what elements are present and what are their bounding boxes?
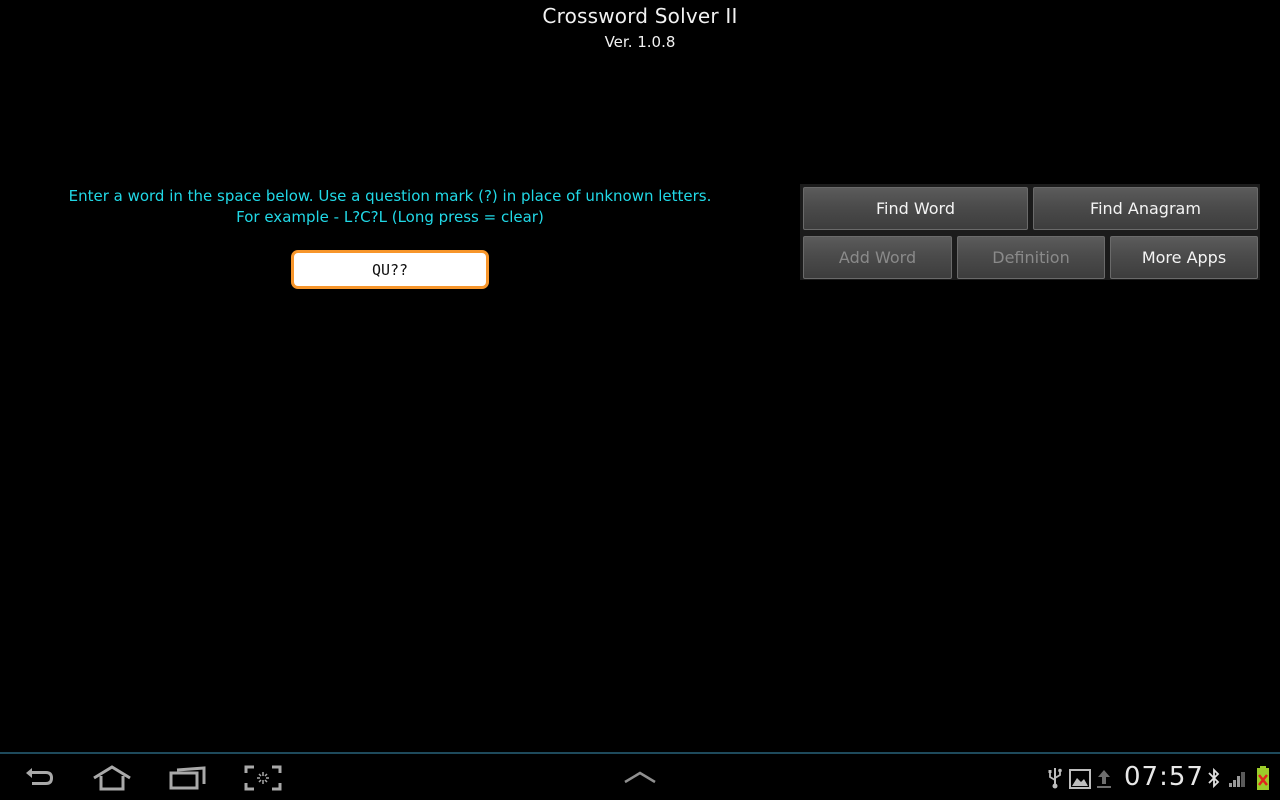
gallery-icon xyxy=(1069,769,1091,793)
add-word-button[interactable]: Add Word xyxy=(803,236,952,279)
battery-icon xyxy=(1256,765,1270,795)
signal-icon xyxy=(1228,768,1248,792)
home-icon[interactable] xyxy=(92,764,132,792)
instructions-line-1: Enter a word in the space below. Use a q… xyxy=(68,187,712,205)
instructions-line-2: For example - L?C?L (Long press = clear) xyxy=(236,208,544,226)
app-version: Ver. 1.0.8 xyxy=(604,33,676,51)
usb-icon xyxy=(1047,766,1063,794)
button-panel: Find Word Find Anagram Add Word Definiti… xyxy=(800,184,1260,280)
back-icon[interactable] xyxy=(20,764,60,792)
bluetooth-icon xyxy=(1207,767,1221,793)
chevron-up-icon[interactable] xyxy=(620,764,660,792)
upload-icon xyxy=(1096,768,1112,794)
find-word-button[interactable]: Find Word xyxy=(803,187,1028,230)
clock: 07:57 xyxy=(1124,762,1204,792)
screenshot-icon[interactable] xyxy=(243,764,283,792)
definition-button[interactable]: Definition xyxy=(957,236,1105,279)
instructions: Enter a word in the space below. Use a q… xyxy=(40,186,740,228)
more-apps-button[interactable]: More Apps xyxy=(1110,236,1258,279)
word-input[interactable] xyxy=(291,250,489,289)
recent-apps-icon[interactable] xyxy=(168,764,208,792)
system-bar: 07:57 xyxy=(0,752,1280,800)
app-title: Crossword Solver II xyxy=(542,4,738,28)
app-screen: Crossword Solver II Ver. 1.0.8 Enter a w… xyxy=(0,0,1280,752)
find-anagram-button[interactable]: Find Anagram xyxy=(1033,187,1258,230)
